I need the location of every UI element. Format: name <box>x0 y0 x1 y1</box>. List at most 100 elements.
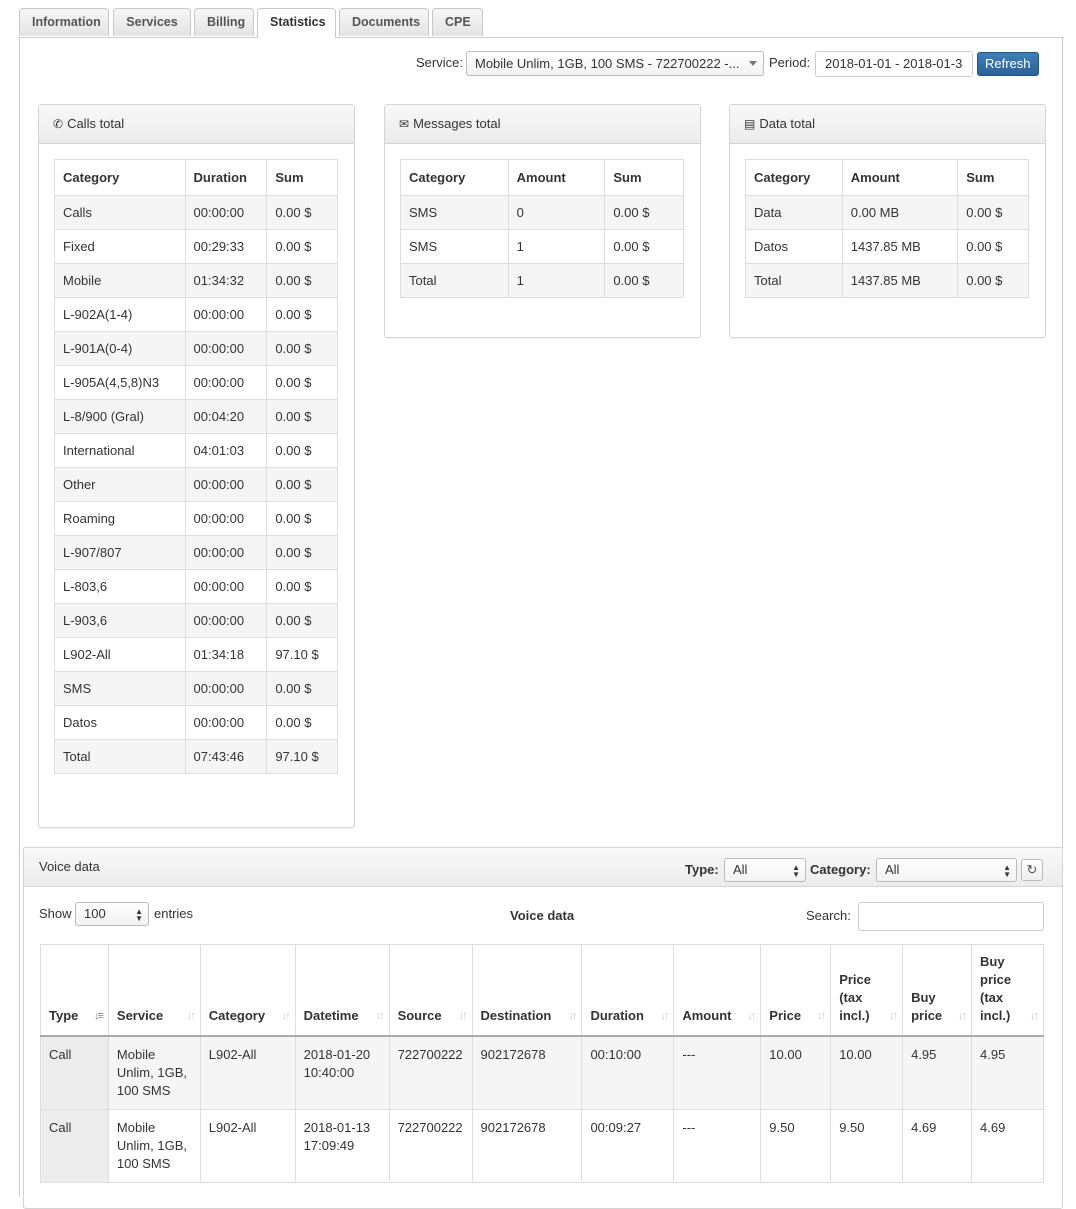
column-header-amount[interactable]: Amount ↓↑ <box>673 944 762 1037</box>
table-cell: 4.69 <box>902 1109 973 1183</box>
table-cell: 00:00:00 <box>184 501 268 536</box>
table-cell: 04:01:03 <box>184 433 268 468</box>
table-cell: 0.00 $ <box>266 467 338 502</box>
table-row: Call Mobile Unlim, 1GB, 100 SMS L902-All 20… <box>40 1109 1044 1183</box>
table-cell: L-8/900 (Gral) <box>54 399 186 434</box>
refresh-icon: ↻ <box>1026 862 1038 877</box>
table-cell: 4.95 <box>902 1035 973 1110</box>
table-cell: 10.00 <box>760 1035 832 1110</box>
tab-cpe[interactable]: CPE <box>432 8 483 36</box>
column-header-label: Amount <box>682 1008 732 1023</box>
category-filter-select[interactable]: All ▲ ▼ <box>876 858 1017 882</box>
table-cell: 00:00:00 <box>184 467 268 502</box>
table-cell: SMS <box>400 229 509 264</box>
table-cell: 0.00 $ <box>266 433 338 468</box>
column-header-category[interactable]: Category ↓↑ <box>199 944 296 1037</box>
search-label: Search: <box>806 908 851 923</box>
reload-button[interactable]: ↻ <box>1021 859 1043 881</box>
tab-information[interactable]: Information <box>19 8 109 36</box>
column-header-price[interactable]: Price ↓↑ <box>760 944 832 1037</box>
column-header-destination[interactable]: Destination ↓↑ <box>471 944 583 1037</box>
table-cell: 00:09:27 <box>581 1109 675 1183</box>
tab-documents[interactable]: Documents <box>339 8 429 36</box>
column-header-source[interactable]: Source ↓↑ <box>388 944 473 1037</box>
table-row: Fixed 00:29:33 0.00 $ <box>54 229 338 264</box>
table-cell: 0.00 $ <box>266 229 338 264</box>
sort-icon: ↓↑ <box>458 1010 468 1022</box>
column-header-label: Category <box>208 1008 266 1023</box>
category-filter-value: All <box>885 862 900 877</box>
table-cell: 00:00:00 <box>184 671 268 706</box>
period-input[interactable]: 2018-01-01 - 2018-01-3 <box>815 51 973 77</box>
table-cell: 0.00 $ <box>266 297 338 332</box>
service-select-value: Mobile Unlim, 1GB, 100 SMS - 722700222 -… <box>475 56 740 71</box>
table-cell: 00:00:00 <box>184 569 268 604</box>
column-header-buy-price[interactable]: Buy price ↓↑ <box>902 944 973 1037</box>
table-cell: L902-All <box>54 637 186 672</box>
column-header-amount: Amount <box>841 159 959 196</box>
refresh-button[interactable]: Refresh <box>977 52 1039 76</box>
table-cell: 0.00 $ <box>266 263 338 298</box>
tab-bar: Information Services Billing Statistics … <box>19 8 1064 38</box>
column-header-sum: Sum <box>957 159 1029 196</box>
table-cell: 0.00 $ <box>266 671 338 706</box>
table-row: Call Mobile Unlim, 1GB, 100 SMS L902-All 20… <box>40 1035 1044 1110</box>
table-cell: 1437.85 MB <box>841 263 959 298</box>
table-row: Datos 00:00:00 0.00 $ <box>54 705 338 740</box>
table-row: L-905A(4,5,8)N3 00:00:00 0.00 $ <box>54 365 338 400</box>
table-cell: 0.00 $ <box>266 705 338 740</box>
tab-services[interactable]: Services <box>113 8 191 36</box>
table-cell: 01:34:32 <box>184 263 268 298</box>
tab-billing[interactable]: Billing <box>194 8 254 36</box>
table-cell: L902-All <box>199 1035 296 1110</box>
category-filter-label: Category: <box>810 862 871 877</box>
table-cell: 10.00 <box>830 1035 904 1110</box>
table-row: Mobile 01:34:32 0.00 $ <box>54 263 338 298</box>
table-cell: 0.00 $ <box>266 535 338 570</box>
type-filter-select[interactable]: All ▲ ▼ <box>724 858 806 882</box>
column-header-category: Category <box>400 159 509 196</box>
service-label: Service: <box>416 55 463 70</box>
table-row: L902-All 01:34:18 97.10 $ <box>54 637 338 672</box>
service-select[interactable]: Mobile Unlim, 1GB, 100 SMS - 722700222 -… <box>466 51 764 76</box>
column-header-datetime[interactable]: Datetime ↓↑ <box>294 944 390 1037</box>
table-cell: L902-All <box>199 1109 296 1183</box>
table-row: Roaming 00:00:00 0.00 $ <box>54 501 338 536</box>
column-header-label: Duration <box>590 1008 644 1023</box>
table-cell: 1437.85 MB <box>841 229 959 264</box>
tab-statistics[interactable]: Statistics <box>257 8 336 38</box>
table-cell: Total <box>54 739 186 774</box>
table-cell: 0.00 $ <box>266 569 338 604</box>
table-cell: Mobile <box>54 263 186 298</box>
table-row: SMS 0 0.00 $ <box>400 195 684 230</box>
table-cell: 00:00:00 <box>184 331 268 366</box>
table-cell: 902172678 <box>471 1035 583 1110</box>
table-cell: 722700222 <box>388 1109 473 1183</box>
column-header-service[interactable]: Service ↓↑ <box>107 944 201 1037</box>
table-cell: 0.00 $ <box>266 399 338 434</box>
table-cell: Data <box>745 195 843 230</box>
table-cell: 00:00:00 <box>184 195 268 230</box>
sort-icon: ↓↑ <box>817 1010 826 1022</box>
table-row: L-803,6 00:00:00 0.00 $ <box>54 569 338 604</box>
search-input[interactable] <box>858 902 1044 931</box>
table-cell: Fixed <box>54 229 186 264</box>
calls-total-header: ✆ Calls total <box>39 105 354 144</box>
table-cell: 0.00 $ <box>604 195 684 230</box>
column-header-price-tax-incl[interactable]: Price (tax incl.) ↓↑ <box>830 944 904 1037</box>
column-header-buy-price-tax-incl[interactable]: Buy price (tax incl.) ↓↑ <box>971 944 1044 1037</box>
calls-total-table: Category Duration Sum Calls 00:00:00 0.00 $ Fi… <box>54 159 338 774</box>
voice-data-panel-title: Voice data <box>39 859 100 874</box>
sort-icon: ↓↑ <box>281 1010 291 1022</box>
table-cell: Datos <box>54 705 186 740</box>
table-cell: 00:00:00 <box>184 535 268 570</box>
page-length-select[interactable]: 100 ▲ ▼ <box>75 902 149 926</box>
table-cell: 00:10:00 <box>581 1035 675 1110</box>
table-cell: Mobile Unlim, 1GB, 100 SMS <box>107 1035 201 1110</box>
column-header-category: Category <box>54 159 186 196</box>
table-cell: 0.00 $ <box>266 501 338 536</box>
column-header-duration[interactable]: Duration ↓↑ <box>581 944 675 1037</box>
column-header-type[interactable]: Type ↓≡ <box>40 944 109 1037</box>
table-cell: 722700222 <box>388 1035 473 1110</box>
table-cell: 0.00 $ <box>266 331 338 366</box>
